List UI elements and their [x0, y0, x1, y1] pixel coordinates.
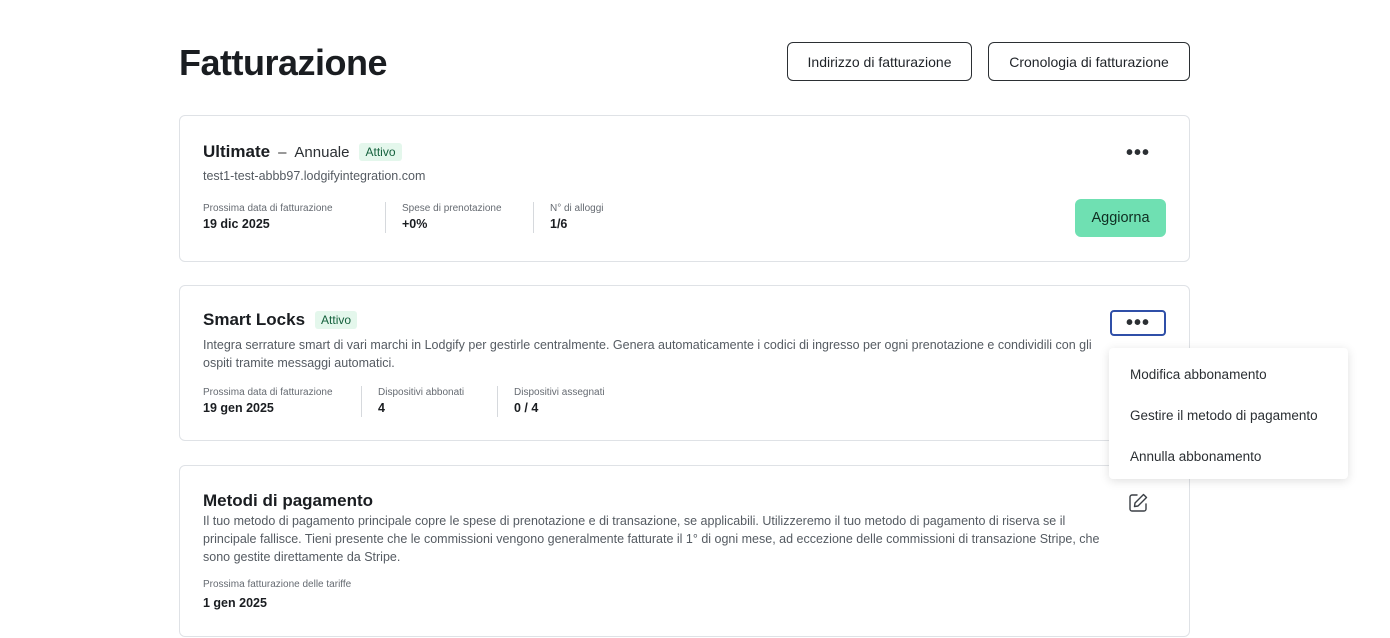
stat-label: Prossima fatturazione delle tariffe	[203, 579, 352, 590]
stat-value: 4	[378, 401, 385, 415]
pencil-square-icon[interactable]	[1127, 492, 1149, 514]
status-badge: Attivo	[359, 143, 402, 161]
billing-address-button[interactable]: Indirizzo di fatturazione	[787, 42, 972, 81]
addon-name: Smart Locks	[203, 310, 306, 329]
more-options-button[interactable]: •••	[1110, 310, 1166, 336]
plan-period: Annuale	[294, 143, 350, 161]
stat-next-billing: Prossima data di fatturazione 19 dic 202…	[203, 202, 386, 233]
stat-value: +0%	[402, 217, 428, 231]
more-options-button[interactable]: •••	[1110, 140, 1166, 166]
plan-stats: Prossima data di fatturazione 19 dic 202…	[203, 202, 641, 233]
status-badge: Attivo	[315, 311, 358, 329]
stat-label: Prossima data di fatturazione	[203, 387, 333, 398]
stat-value: 1/6	[550, 217, 568, 231]
addon-description: Integra serrature smart di vari marchi i…	[203, 338, 1092, 370]
menu-item-edit-subscription[interactable]: Modifica abbonamento	[1109, 354, 1348, 395]
stat-value: 19 dic 2025	[203, 217, 270, 231]
plan-dash: –	[278, 143, 287, 161]
smart-locks-card: Smart Locks Attivo Integra serrature sma…	[179, 285, 1190, 441]
plan-name: Ultimate	[203, 142, 271, 161]
payment-description: Il tuo metodo di pagamento principale co…	[203, 514, 1100, 564]
stat-properties: N° di alloggi 1/6	[550, 202, 625, 233]
plan-domain: test1-test-abbb97.lodgifyintegration.com	[203, 169, 426, 183]
stat-booking-fees: Spese di prenotazione +0%	[402, 202, 534, 233]
payment-methods-card: Metodi di pagamento Il tuo metodo di pag…	[179, 465, 1190, 637]
stat-value: 19 gen 2025	[203, 401, 274, 415]
options-dropdown-menu: Modifica abbonamento Gestire il metodo d…	[1109, 348, 1348, 479]
stat-label: Dispositivi abbonati	[378, 387, 465, 398]
next-fee-billing: Prossima fatturazione delle tariffe 1 ge…	[203, 578, 351, 612]
menu-item-cancel-subscription[interactable]: Annulla abbonamento	[1109, 436, 1348, 477]
page-title: Fatturazione	[179, 42, 388, 83]
stat-label: Spese di prenotazione	[402, 203, 502, 214]
billing-history-button[interactable]: Cronologia di fatturazione	[988, 42, 1190, 81]
stat-label: Dispositivi assegnati	[514, 387, 605, 398]
stat-assigned-devices: Dispositivi assegnati 0 / 4	[514, 386, 627, 417]
stat-label: N° di alloggi	[550, 203, 604, 214]
ultimate-plan-card: Ultimate – Annuale Attivo test1-test-abb…	[179, 115, 1190, 262]
menu-item-manage-payment-method[interactable]: Gestire il metodo di pagamento	[1109, 395, 1348, 436]
section-title: Metodi di pagamento	[203, 491, 373, 510]
stat-next-billing: Prossima data di fatturazione 19 gen 202…	[203, 386, 362, 417]
upgrade-button[interactable]: Aggiorna	[1075, 199, 1166, 237]
plan-title-row: Ultimate – Annuale Attivo	[203, 142, 402, 162]
stat-value: 1 gen 2025	[203, 596, 267, 610]
stat-value: 0 / 4	[514, 401, 539, 415]
addon-stats: Prossima data di fatturazione 19 gen 202…	[203, 386, 643, 417]
stat-subscribed-devices: Dispositivi abbonati 4	[378, 386, 498, 417]
stat-label: Prossima data di fatturazione	[203, 203, 333, 214]
addon-title-row: Smart Locks Attivo	[203, 310, 358, 330]
